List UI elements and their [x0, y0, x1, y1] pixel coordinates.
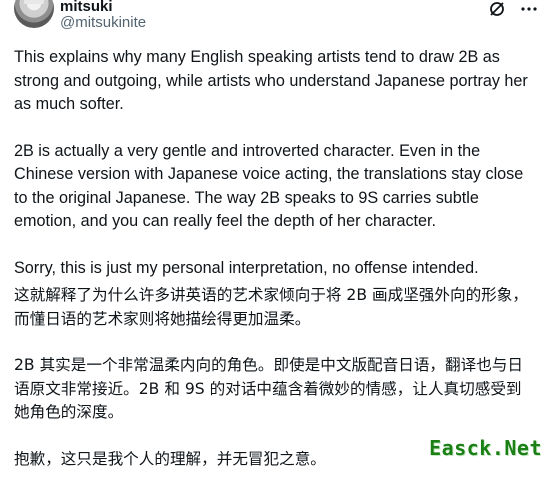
post-paragraph-en-2: 2B is actually a very gentle and introve…	[14, 141, 524, 231]
post-paragraph-zh-1: 这就解释了为什么许多讲英语的艺术家倾向于将 2B 画成坚强外向的形象，而懂日语的…	[14, 286, 528, 328]
post-header: mitsuki @mitsukinite	[0, 0, 550, 40]
post-paragraph-zh-2: 2B 其实是一个非常温柔内向的角色。即使是中文版配音日语，翻译也与日语原文非常接…	[14, 356, 523, 421]
post-actions	[488, 0, 538, 18]
post-text: This explains why many English speaking …	[14, 46, 536, 494]
post-paragraph-en-3: Sorry, this is just my personal interpre…	[14, 258, 479, 277]
grok-icon[interactable]	[488, 0, 506, 18]
post-paragraph-en-1: This explains why many English speaking …	[14, 48, 528, 113]
avatar[interactable]	[14, 0, 54, 28]
more-options-icon[interactable]	[520, 0, 538, 18]
watermark: Easck.Net	[429, 436, 542, 460]
user-handle[interactable]: @mitsukinite	[60, 14, 146, 32]
